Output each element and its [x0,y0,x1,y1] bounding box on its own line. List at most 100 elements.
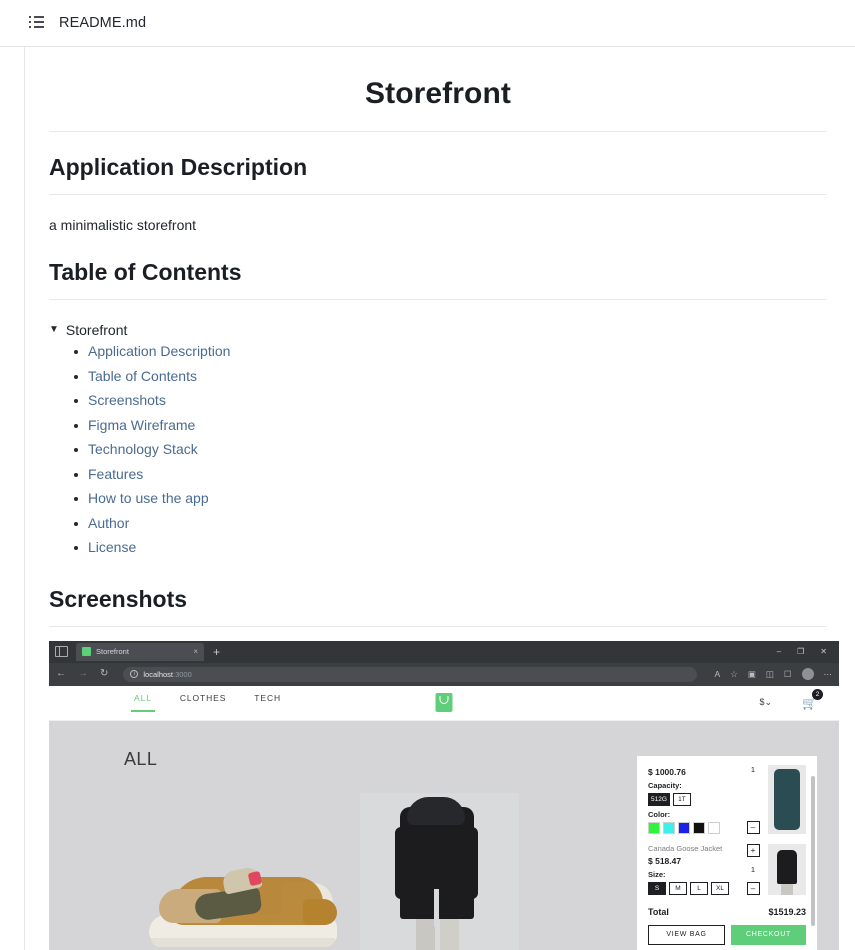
toc-link-how-to-use-the-app[interactable]: How to use the app [88,490,209,506]
toc-link-license[interactable]: License [88,539,136,555]
sneaker-product-image[interactable] [149,856,339,950]
checkout-button[interactable]: CHECKOUT [731,924,806,945]
site-header: ALL CLOTHES TECH $⌄ 🛒 2 [49,685,839,721]
toc-link-figma-wireframe[interactable]: Figma Wireframe [88,417,195,433]
capacity-option-512g[interactable]: 512G [648,792,670,806]
color-swatch-white[interactable] [708,821,720,834]
cart-item-price: $ 1000.76 [648,766,686,777]
list-item[interactable]: How to use the app [71,490,827,506]
color-swatch-blue[interactable] [678,821,690,834]
currency-switcher[interactable]: $⌄ [760,697,773,708]
cart-scrollbar[interactable] [811,775,815,926]
heading-table-of-contents: Table of Contents [49,259,242,285]
nav-tab-clothes[interactable]: CLOTHES [180,693,226,712]
toc-link-screenshots[interactable]: Screenshots [88,392,166,408]
read-aloud-icon[interactable]: A [715,670,721,679]
list-icon[interactable] [28,16,44,30]
site-nav: ALL CLOTHES TECH [131,693,281,712]
url-host: localhost [143,669,173,679]
toc-link-table-of-contents[interactable]: Table of Contents [88,368,197,384]
cart-item: Canada Goose Jacket $ 518.47 Size: S M L… [648,843,806,895]
quantity-stepper: + 1 – [742,843,764,895]
browser-toolbar-icons: A ☆ ▣ ◫ ☐ ⋯ [709,668,832,680]
size-option-m[interactable]: M [669,881,687,895]
color-swatch-black[interactable] [693,821,705,834]
toc-link-application-description[interactable]: Application Description [88,343,230,359]
page-title: Storefront [365,77,511,110]
size-option-xl[interactable]: XL [711,881,729,895]
cart-total-label: Total [648,906,669,917]
collections-icon[interactable]: ▣ [748,670,756,679]
address-bar[interactable]: i localhost:3000 [123,666,697,682]
back-icon[interactable]: ← [56,669,66,679]
view-bag-button[interactable]: VIEW BAG [648,924,725,945]
nav-tab-tech[interactable]: TECH [254,693,281,712]
list-item[interactable]: Figma Wireframe [71,417,827,433]
window-restore-icon[interactable] [55,646,68,657]
reload-icon[interactable]: ↻ [100,669,108,679]
cart-item-attr-label: Capacity: [648,780,682,790]
list-item[interactable]: Table of Contents [71,368,827,384]
jacket-thumbnail[interactable] [768,843,806,895]
toc-link-technology-stack[interactable]: Technology Stack [88,441,198,457]
toc-root-item[interactable]: ▼ Storefront [49,322,827,338]
cart-total-value: $1519.23 [768,906,806,917]
color-swatch-green[interactable] [648,821,660,834]
toc-link-author[interactable]: Author [88,515,129,531]
list-item[interactable]: Features [71,466,827,482]
list-item[interactable]: Author [71,515,827,531]
site-info-icon[interactable]: i [130,670,139,678]
capacity-option-1t[interactable]: 1T [672,792,691,806]
toc-tree: ▼ Storefront Application Description Tab… [49,300,827,555]
browser-tab[interactable]: Storefront × [76,642,204,661]
shopping-bag-logo[interactable] [435,693,453,712]
color-swatch-cyan[interactable] [663,821,675,834]
close-window-icon[interactable]: ✕ [820,647,827,656]
quantity-value: 1 [750,864,756,874]
close-icon[interactable]: × [193,647,198,656]
screenshot-image: Storefront × + – ❐ ✕ ← → ↻ i localhost:3… [49,640,839,950]
list-item[interactable]: License [71,539,827,555]
cart-count-badge: 2 [812,688,823,700]
toc-link-features[interactable]: Features [88,466,143,482]
more-icon[interactable]: ⋯ [824,670,833,679]
forward-icon[interactable]: → [78,669,88,679]
cart-button[interactable]: 🛒 2 [802,688,823,712]
heading-screenshots: Screenshots [49,585,188,612]
window-controls: – ❐ ✕ [777,647,833,656]
color-swatches [648,821,738,834]
size-option-s[interactable]: S [648,881,666,895]
list-item[interactable]: Application Description [71,343,827,359]
split-screen-icon[interactable]: ◫ [766,670,774,679]
browser-essentials-icon[interactable]: ☐ [784,670,792,679]
cart-actions: VIEW BAG CHECKOUT [648,924,806,945]
new-tab-button[interactable]: + [213,646,220,658]
jacket-product-image[interactable] [360,792,519,950]
profile-avatar[interactable] [801,668,814,680]
url-text: localhost:3000 [143,670,191,679]
browser-navbar: ← → ↻ i localhost:3000 A ☆ ▣ ◫ ☐ ⋯ [49,662,839,686]
toc-root-label: Storefront [65,322,128,338]
category-title: ALL [124,748,158,769]
heading-application-description: Application Description [49,154,308,180]
nav-tab-all[interactable]: ALL [131,693,155,712]
list-item[interactable]: Technology Stack [71,441,827,457]
browser-tabbar: Storefront × + – ❐ ✕ [49,640,839,663]
size-option-l[interactable]: L [690,881,708,895]
list-item[interactable]: Screenshots [71,392,827,408]
maximize-icon[interactable]: ❐ [797,647,804,656]
quantity-decrement-button[interactable]: – [746,820,760,834]
quantity-decrement-button[interactable]: – [746,881,760,895]
size-options: S M L XL [648,881,738,895]
url-port: :3000 [173,669,192,679]
minimize-icon[interactable]: – [777,647,781,656]
favorite-icon[interactable]: ☆ [730,670,738,679]
quantity-increment-button[interactable]: + [746,843,760,857]
phone-thumbnail[interactable] [768,764,806,834]
quantity-stepper: 1 – [742,765,764,834]
app-description-text: a minimalistic storefront [49,217,197,233]
cart-item-name: Canada Goose Jacket [648,843,723,853]
document-body: Storefront Application Description a min… [24,47,855,950]
cart-overlay-panel: $ 1000.76 Capacity: 512G 1T Color: 1 – C… [637,755,817,950]
chevron-down-icon[interactable]: ▼ [49,325,59,335]
